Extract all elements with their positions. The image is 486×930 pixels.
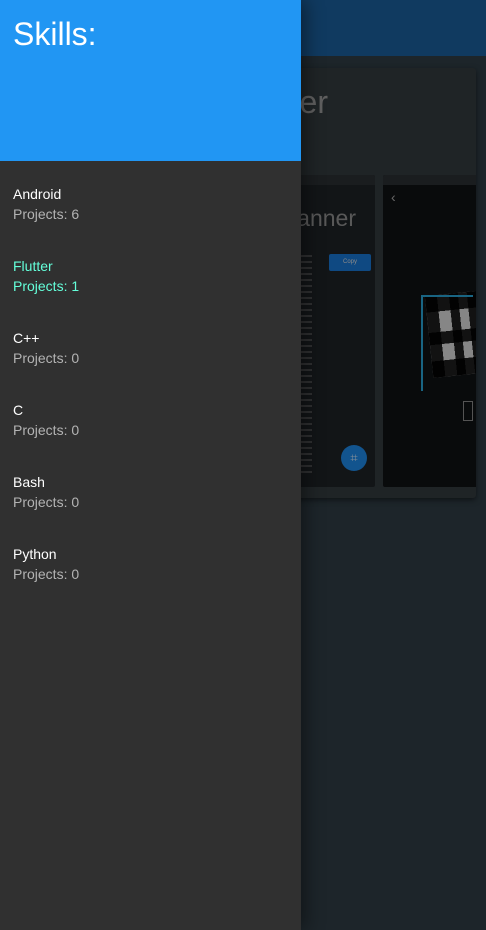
skill-projects-count: Projects: 0 (13, 494, 80, 510)
skill-projects-count: Projects: 0 (13, 566, 80, 582)
skills-list: Android Projects: 6 Flutter Projects: 1 … (0, 161, 301, 616)
drawer-header: Skills: (0, 0, 301, 161)
skill-name: Bash (13, 474, 45, 490)
skill-projects-count: Projects: 0 (13, 350, 80, 366)
app-root: er anner Copy ⌗ ‹ Skills: Android Projec… (0, 0, 486, 930)
drawer-title: Skills: (13, 16, 97, 52)
skill-name: Android (13, 186, 62, 202)
skill-projects-count: Projects: 0 (13, 422, 80, 438)
skill-item-android[interactable]: Android Projects: 6 (0, 184, 301, 256)
skill-item-cpp[interactable]: C++ Projects: 0 (0, 328, 301, 400)
skill-name: Python (13, 546, 57, 562)
skill-item-c[interactable]: C Projects: 0 (0, 400, 301, 472)
navigation-drawer: Skills: Android Projects: 6 Flutter Proj… (0, 0, 301, 930)
skill-name: C (13, 402, 24, 418)
skill-item-flutter[interactable]: Flutter Projects: 1 (0, 256, 301, 328)
skill-item-python[interactable]: Python Projects: 0 (0, 544, 301, 616)
skill-name: C++ (13, 330, 40, 346)
skill-projects-count: Projects: 6 (13, 206, 80, 222)
skill-item-bash[interactable]: Bash Projects: 0 (0, 472, 301, 544)
skill-name: Flutter (13, 258, 53, 274)
skill-projects-count: Projects: 1 (13, 278, 80, 294)
